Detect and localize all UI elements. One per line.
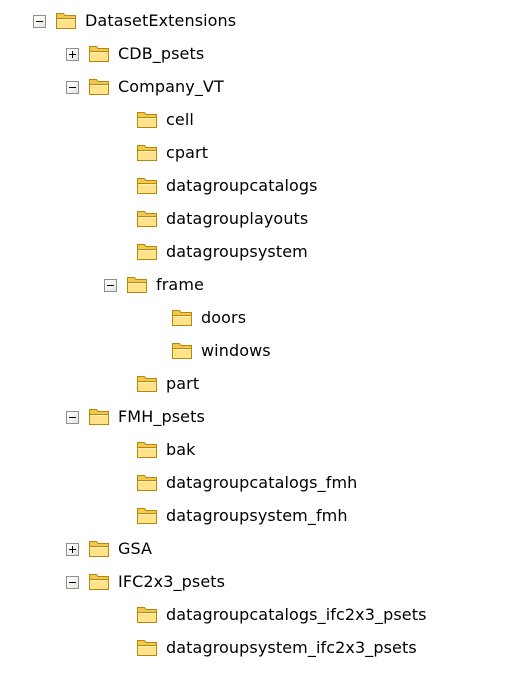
tree-node-datagroupsystem[interactable]: datagroupsystem: [136, 239, 308, 265]
tree-node-label: datagroupsystem_fmh: [166, 506, 348, 525]
tree-node-datagroupsystem-ifc2x3-psets[interactable]: datagroupsystem_ifc2x3_psets: [136, 635, 417, 661]
collapse-icon[interactable]: [33, 14, 46, 28]
folder-icon: [136, 144, 158, 162]
tree-node-label: CDB_psets: [118, 44, 205, 63]
folder-icon: [136, 375, 158, 393]
folder-icon: [136, 606, 158, 624]
tree-node-datasetextensions[interactable]: DatasetExtensions: [33, 8, 236, 34]
tree-node-datagroupsystem-fmh[interactable]: datagroupsystem_fmh: [136, 503, 348, 529]
tree-node-label: datagroupcatalogs: [166, 176, 318, 195]
tree-node-datagrouplayouts[interactable]: datagrouplayouts: [136, 206, 308, 232]
folder-icon: [171, 342, 193, 360]
folder-icon: [171, 309, 193, 327]
folder-icon: [88, 540, 110, 558]
tree-node-label: datagroupsystem: [166, 242, 308, 261]
tree-node-bak[interactable]: bak: [136, 437, 196, 463]
collapse-icon[interactable]: [66, 410, 79, 424]
tree-node-label: doors: [201, 308, 247, 327]
tree-node-label: datagrouplayouts: [166, 209, 309, 228]
tree-node-label: windows: [201, 341, 271, 360]
folder-icon: [136, 177, 158, 195]
folder-icon: [136, 639, 158, 657]
tree-node-cdb-psets[interactable]: CDB_psets: [66, 41, 204, 67]
expand-icon[interactable]: [66, 542, 79, 556]
folder-icon: [136, 210, 158, 228]
folder-icon: [126, 276, 148, 294]
collapse-icon[interactable]: [104, 278, 117, 292]
tree-node-label: GSA: [118, 539, 153, 558]
tree-node-datagroupcatalogs-fmh[interactable]: datagroupcatalogs_fmh: [136, 470, 357, 496]
collapse-icon[interactable]: [66, 80, 79, 94]
folder-icon: [55, 12, 77, 30]
tree-node-label: cpart: [166, 143, 209, 162]
tree-node-part[interactable]: part: [136, 371, 199, 397]
folder-icon: [136, 507, 158, 525]
tree-node-ifc2x3-psets[interactable]: IFC2x3_psets: [66, 569, 225, 595]
tree-node-label: DatasetExtensions: [85, 11, 237, 30]
tree-node-label: datagroupcatalogs_fmh: [166, 473, 358, 492]
tree-node-label: IFC2x3_psets: [118, 572, 226, 591]
tree-node-label: frame: [156, 275, 204, 294]
tree-node-label: datagroupsystem_ifc2x3_psets: [166, 638, 417, 657]
tree-node-label: cell: [166, 110, 194, 129]
tree-node-label: datagroupcatalogs_ifc2x3_psets: [166, 605, 427, 624]
folder-icon: [136, 474, 158, 492]
tree-node-company-vt[interactable]: Company_VT: [66, 74, 224, 100]
tree-node-fmh-psets[interactable]: FMH_psets: [66, 404, 205, 430]
folder-icon: [88, 408, 110, 426]
folder-icon: [88, 78, 110, 96]
tree-node-frame[interactable]: frame: [104, 272, 204, 298]
tree-node-cell[interactable]: cell: [136, 107, 194, 133]
folder-icon: [136, 441, 158, 459]
tree-node-label: part: [166, 374, 200, 393]
tree-node-label: bak: [166, 440, 196, 459]
folder-icon: [136, 111, 158, 129]
collapse-icon[interactable]: [66, 575, 79, 589]
tree-node-datagroupcatalogs-ifc2x3-psets[interactable]: datagroupcatalogs_ifc2x3_psets: [136, 602, 427, 628]
folder-icon: [88, 573, 110, 591]
folder-tree: DatasetExtensions CDB_psets Company_VT c…: [0, 0, 506, 681]
tree-node-doors[interactable]: doors: [171, 305, 246, 331]
tree-node-label: FMH_psets: [118, 407, 205, 426]
folder-icon: [88, 45, 110, 63]
tree-node-gsa[interactable]: GSA: [66, 536, 152, 562]
tree-node-windows[interactable]: windows: [171, 338, 271, 364]
expand-icon[interactable]: [66, 47, 79, 61]
tree-node-datagroupcatalogs[interactable]: datagroupcatalogs: [136, 173, 318, 199]
folder-icon: [136, 243, 158, 261]
tree-node-label: Company_VT: [118, 77, 224, 96]
tree-node-cpart[interactable]: cpart: [136, 140, 208, 166]
